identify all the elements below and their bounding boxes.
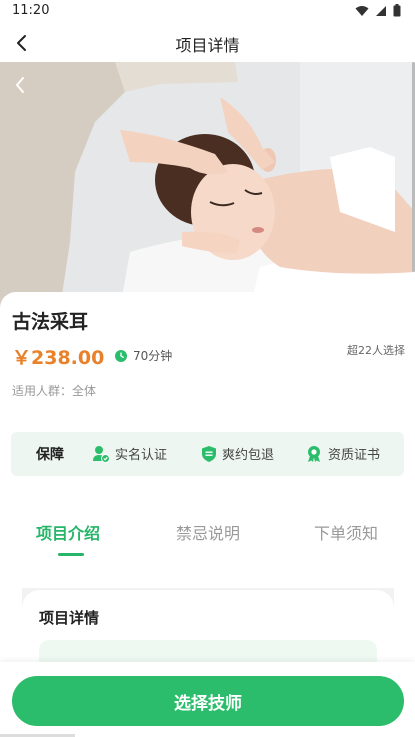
screen: 11:20 项目详情 古法采耳 ￥238.00 70分钟 超22人选择 适用人群… bbox=[0, 0, 415, 737]
back-chevron-icon[interactable] bbox=[14, 76, 26, 94]
service-photo bbox=[0, 62, 415, 308]
signal-icon bbox=[376, 5, 386, 16]
duration-text: 70分钟 bbox=[133, 349, 173, 363]
nav-bar: 项目详情 bbox=[0, 24, 415, 62]
status-time: 11:20 bbox=[12, 3, 50, 18]
sales-count: 超22人选择 bbox=[347, 344, 405, 357]
service-name: 古法采耳 bbox=[12, 311, 89, 333]
service-duration: 70分钟 bbox=[115, 347, 172, 364]
bottom-action-bar: 选择技师 bbox=[0, 662, 415, 737]
target-audience: 适用人群：全体 bbox=[12, 384, 97, 398]
guarantee-label: 资质证书 bbox=[328, 448, 381, 463]
select-technician-button[interactable]: 选择技师 bbox=[12, 676, 404, 726]
guarantee-item-certificate: 资质证书 bbox=[305, 444, 380, 463]
clock-icon bbox=[115, 349, 127, 362]
tab-introduction[interactable]: 项目介绍 bbox=[36, 520, 100, 544]
guarantee-item-verified: 实名认证 bbox=[92, 444, 167, 463]
guarantee-label: 爽约包退 bbox=[222, 448, 275, 463]
guarantee-item-refund: 爽约包退 bbox=[201, 444, 274, 463]
guarantee-title: 保障 bbox=[36, 447, 64, 463]
tab-order-notes[interactable]: 下单须知 bbox=[314, 520, 378, 544]
certificate-icon bbox=[308, 445, 320, 462]
details-title: 项目详情 bbox=[39, 609, 100, 627]
status-bar: 11:20 bbox=[0, 0, 415, 24]
active-tab-indicator bbox=[58, 553, 84, 556]
service-info-card: 古法采耳 ￥238.00 70分钟 超22人选择 适用人群：全体 bbox=[0, 292, 415, 432]
detail-tabs: 项目介绍 禁忌说明 下单须知 bbox=[0, 510, 415, 560]
service-price: ￥238.00 bbox=[12, 347, 105, 369]
status-icons bbox=[355, 4, 401, 17]
verified-user-icon bbox=[93, 445, 110, 463]
guarantee-bar: 保障 实名认证 爽约包退 资质证书 bbox=[11, 432, 404, 476]
wifi-icon bbox=[355, 5, 369, 16]
ear-care-illustration bbox=[0, 62, 415, 308]
refund-shield-icon bbox=[202, 445, 216, 462]
battery-icon bbox=[393, 4, 401, 17]
page-title: 项目详情 bbox=[175, 36, 240, 55]
tab-contraindications[interactable]: 禁忌说明 bbox=[176, 520, 240, 544]
guarantee-label: 实名认证 bbox=[115, 448, 168, 463]
